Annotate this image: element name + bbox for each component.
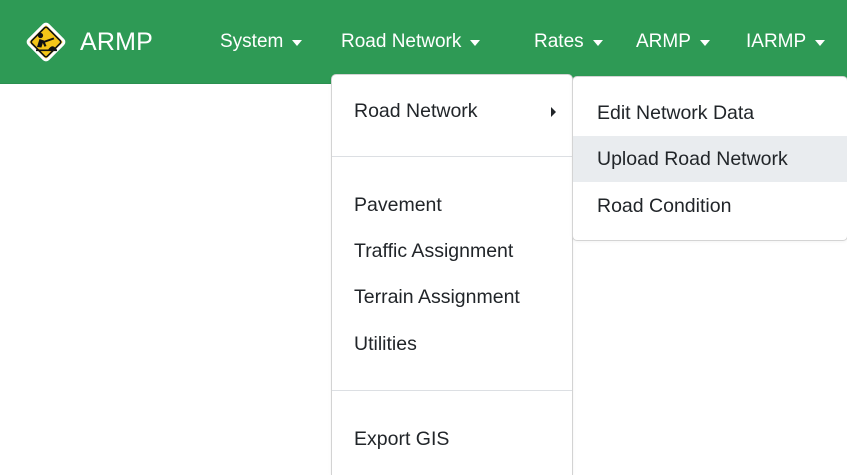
nav-label: Rates: [534, 31, 584, 52]
nav-label: Road Network: [341, 31, 462, 52]
nav-system[interactable]: System: [220, 20, 303, 64]
nav-rates[interactable]: Rates: [534, 20, 603, 64]
menu-item-label: Utilities: [354, 332, 417, 355]
submenu-item-road-condition[interactable]: Road Condition: [573, 183, 847, 229]
caret-down-icon: [292, 40, 303, 46]
menu-item-label: Terrain Assignment: [354, 285, 520, 308]
nav-road-network[interactable]: Road Network: [341, 20, 481, 64]
menu-item-label: Edit Network Data: [597, 101, 755, 124]
road-work-sign-icon: [26, 22, 66, 62]
brand-link[interactable]: ARMP: [24, 20, 153, 64]
menu-item-pavement[interactable]: Pavement: [332, 182, 572, 228]
nav-label: ARMP: [636, 31, 691, 52]
nav-label: System: [220, 31, 284, 52]
nav-label: IARMP: [746, 31, 807, 52]
caret-down-icon: [815, 40, 826, 46]
menu-item-utilities[interactable]: Utilities: [332, 321, 572, 367]
brand-name: ARMP: [80, 27, 154, 56]
submenu-item-upload-road-network[interactable]: Upload Road Network: [573, 136, 847, 182]
top-navbar: ARMP System Road Network Rates ARMP IARM…: [0, 0, 847, 84]
road-network-submenu: Edit Network Data Upload Road Network Ro…: [572, 76, 847, 241]
nav-iarmp[interactable]: IARMP: [746, 20, 826, 64]
menu-item-terrain-assignment[interactable]: Terrain Assignment: [332, 274, 572, 320]
submenu-item-edit-network-data[interactable]: Edit Network Data: [573, 90, 847, 136]
caret-down-icon: [699, 40, 710, 46]
menu-item-road-network[interactable]: Road Network: [332, 88, 572, 134]
nav-armp[interactable]: ARMP: [636, 20, 710, 64]
menu-item-label: Road Condition: [597, 194, 732, 217]
menu-item-export-gis[interactable]: Export GIS: [332, 416, 572, 462]
menu-item-label: Pavement: [354, 193, 442, 216]
caret-right-icon: [551, 107, 556, 117]
caret-down-icon: [470, 40, 481, 46]
menu-item-label: Road Network: [354, 99, 478, 122]
dropdown-divider: [332, 156, 572, 157]
menu-item-label: Export GIS: [354, 427, 450, 450]
menu-item-label: Traffic Assignment: [354, 239, 514, 262]
road-network-dropdown: Road Network Pavement Traffic Assignment…: [331, 74, 573, 475]
caret-down-icon: [592, 40, 603, 46]
dropdown-divider: [332, 390, 572, 391]
menu-item-traffic-assignment[interactable]: Traffic Assignment: [332, 228, 572, 274]
menu-item-label: Upload Road Network: [597, 147, 788, 170]
